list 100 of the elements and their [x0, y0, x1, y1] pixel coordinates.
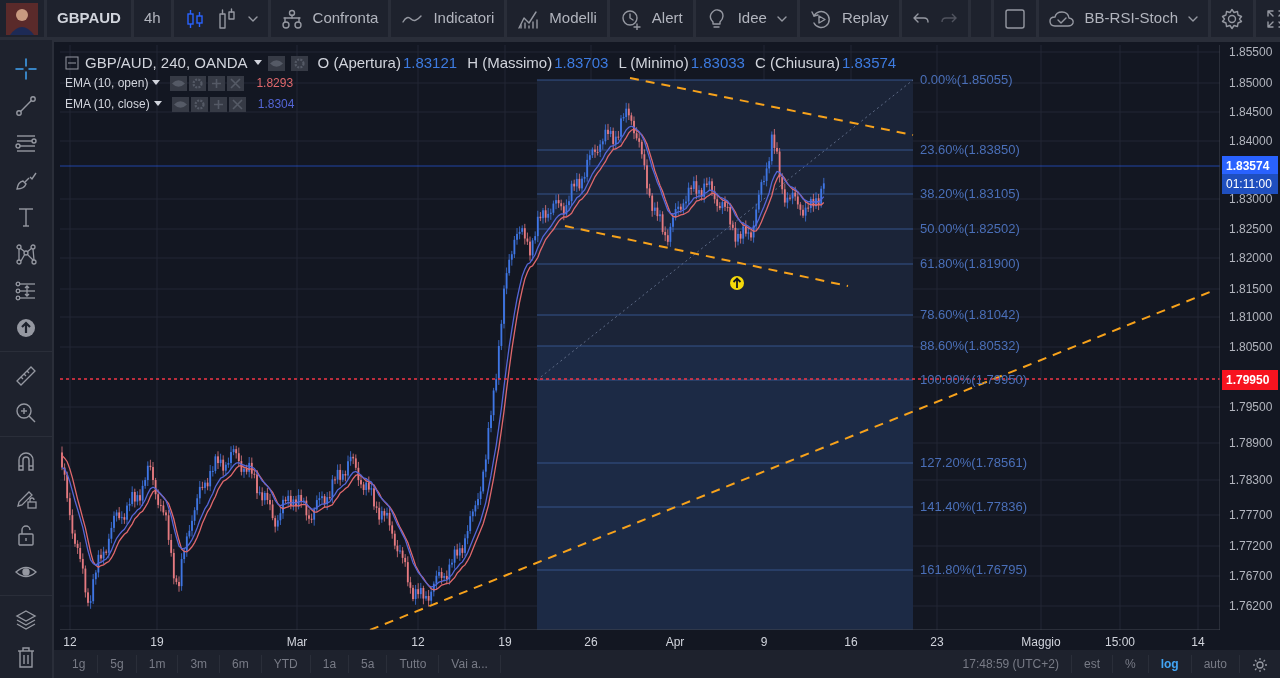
plus-icon[interactable]: [209, 96, 227, 112]
settings-icon[interactable]: [290, 55, 308, 71]
toolbar-button[interactable]: Idee: [695, 0, 797, 37]
range-button[interactable]: 1a: [310, 655, 350, 673]
ohlc-value: 1.83574: [841, 53, 897, 73]
caret-icon[interactable]: [253, 60, 262, 67]
price-tick: 1.81500: [1229, 281, 1273, 298]
pattern-icon[interactable]: [15, 242, 37, 265]
caret-icon: [776, 14, 787, 23]
time-tick: 12: [63, 634, 77, 651]
ohlc-label: L (Minimo): [618, 53, 689, 73]
eye-icon[interactable]: [267, 55, 285, 71]
settings-icon[interactable]: [190, 96, 208, 112]
toolbar-button[interactable]: Confronta: [270, 0, 389, 37]
range-button[interactable]: YTD: [261, 655, 311, 673]
price-tick: 1.76200: [1229, 598, 1273, 615]
ohlc-value: 1.83033: [690, 53, 745, 73]
zoom-in-icon[interactable]: [15, 401, 37, 424]
close-icon[interactable]: [227, 75, 245, 91]
range-button[interactable]: Vai a...: [439, 655, 501, 673]
price-tick: 1.85000: [1229, 75, 1273, 92]
close-icon[interactable]: [228, 96, 246, 112]
cloud-icon: [1048, 9, 1075, 28]
scale-toggle[interactable]: log: [1147, 655, 1191, 673]
eye-icon[interactable]: [170, 75, 188, 91]
toolbar-button[interactable]: Modelli: [507, 0, 607, 37]
time-tick: 9: [760, 634, 768, 651]
eye-icon[interactable]: [171, 96, 189, 112]
last-price-label: 1.83574: [1222, 156, 1278, 176]
range-button[interactable]: 1m: [136, 655, 179, 673]
caret-icon[interactable]: [153, 101, 162, 107]
scale-toggle[interactable]: auto: [1190, 655, 1239, 673]
fib-level-label: 141.40%(1.77836): [920, 498, 1027, 517]
arrow-up-icon[interactable]: [730, 276, 744, 290]
time-tick: Apr: [665, 634, 685, 651]
fib-level-label: 23.60%(1.83850): [920, 141, 1020, 160]
range-button[interactable]: 6m: [220, 655, 262, 673]
range-button[interactable]: 3m: [178, 655, 221, 673]
toolbar-button[interactable]: Replay: [799, 0, 899, 37]
price-tick: 1.82000: [1229, 250, 1273, 267]
clock-label: 17:48:59 (UTC+2): [961, 656, 1060, 673]
magnet-icon[interactable]: [15, 449, 37, 472]
countdown-label: 01:11:00: [1222, 174, 1278, 194]
price-tick: 1.76700: [1229, 568, 1273, 585]
unlock-icon[interactable]: [15, 523, 37, 546]
plus-icon[interactable]: [208, 75, 226, 91]
time-tick: 14: [1191, 634, 1205, 651]
settings-icon[interactable]: [189, 75, 207, 91]
scale-toggle[interactable]: est: [1070, 655, 1112, 673]
fib-level-label: 127.20%(1.78561): [920, 454, 1027, 473]
trend-line[interactable]: [629, 77, 914, 136]
caret-icon[interactable]: [152, 80, 161, 86]
price-tick: 1.85500: [1229, 44, 1273, 61]
price-tick: 1.82500: [1229, 221, 1273, 238]
indicator-value: 1.8304: [257, 96, 295, 113]
symbol-title[interactable]: GBP/AUD, 240, OANDA: [85, 52, 248, 75]
price-tick: 1.79500: [1229, 399, 1273, 416]
fib-level-label: 100.00%(1.79950): [920, 371, 1027, 390]
range-button[interactable]: 5g: [98, 655, 137, 673]
settings-icon[interactable]: [1221, 7, 1243, 30]
toolbar-button[interactable]: Alert: [609, 0, 693, 37]
settings-icon[interactable]: [1252, 656, 1268, 673]
indicator-name[interactable]: EMA (10, close): [65, 95, 150, 113]
time-tick: 15:00: [1105, 634, 1135, 651]
layout-button[interactable]: BB-RSI-Stoch: [1038, 0, 1208, 37]
caret-icon: [1188, 14, 1198, 23]
fib-level-label: 0.00%(1.85055): [920, 71, 1013, 90]
trend-line[interactable]: [564, 225, 849, 287]
range-button[interactable]: 1g: [60, 655, 99, 673]
layers-icon[interactable]: [15, 608, 37, 631]
arrow-up-icon[interactable]: [15, 316, 37, 339]
ohlc-label: O (Apertura): [317, 53, 401, 73]
interval-button[interactable]: 4h: [133, 0, 171, 37]
price-tick: 1.80500: [1229, 339, 1273, 356]
ohlc-label: H (Massimo): [467, 53, 553, 73]
square-icon[interactable]: [1003, 7, 1026, 30]
alarm-clock-icon: [619, 7, 642, 30]
indicator-name[interactable]: EMA (10, open): [65, 74, 149, 92]
crosshair-icon[interactable]: [15, 57, 37, 80]
time-tick: Maggio: [1021, 634, 1061, 651]
scale-toggle[interactable]: %: [1111, 655, 1148, 673]
fullscreen-icon[interactable]: [1266, 8, 1280, 29]
price-tick: 1.84500: [1229, 104, 1273, 121]
caret-icon[interactable]: [247, 14, 258, 23]
price-tick: 1.81000: [1229, 309, 1273, 326]
range-button[interactable]: 5a: [349, 655, 388, 673]
fib-level-label: 161.80%(1.76795): [920, 561, 1027, 580]
symbol-button[interactable]: GBPAUD: [47, 0, 131, 37]
fib-level-label: 61.80%(1.81900): [920, 255, 1020, 274]
range-button[interactable]: Tutto: [387, 655, 440, 673]
trash-icon[interactable]: [15, 645, 37, 668]
horizontal-line[interactable]: [60, 378, 1220, 380]
fibonacci-icon[interactable]: [15, 279, 37, 302]
trend-line-icon[interactable]: [15, 94, 37, 117]
ohlc-value: 1.83121: [402, 53, 458, 73]
fib-level-label: 78.60%(1.81042): [920, 306, 1020, 325]
ruler-icon[interactable]: [15, 364, 37, 387]
fib-level-label: 88.60%(1.80532): [920, 337, 1020, 356]
collapse-icon[interactable]: [65, 56, 79, 71]
toolbar-button[interactable]: Indicatori: [391, 0, 505, 37]
